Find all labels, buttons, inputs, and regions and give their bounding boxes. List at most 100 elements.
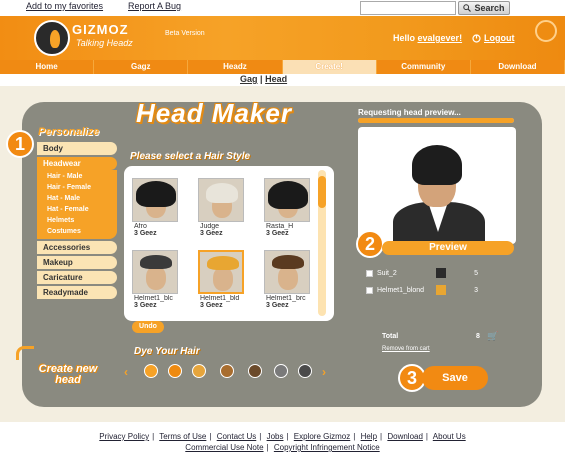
subnav-gag[interactable]: Gag (240, 74, 258, 84)
hair-item-name: Rasta_H (266, 223, 294, 230)
username-link[interactable]: evalgever! (418, 33, 463, 43)
remove-from-cart-link[interactable]: Remove from cart (382, 346, 430, 352)
dye-swatch[interactable] (274, 364, 288, 378)
hair-item[interactable]: Rasta_H 3 Geez (262, 178, 322, 246)
footer-link-terms[interactable]: Terms of Use (159, 432, 206, 441)
sidebar-sub-hair-male[interactable]: Hair - Male (37, 171, 117, 182)
save-button[interactable]: Save (422, 366, 488, 390)
search-icon (463, 4, 472, 12)
cart-item-checkbox[interactable] (366, 269, 373, 277)
hair-thumbnail[interactable] (198, 178, 244, 222)
footer-link-help[interactable]: Help (361, 432, 377, 441)
preview-status: Requesting head preview... (358, 108, 461, 117)
hair-thumbnail[interactable] (132, 178, 178, 222)
report-bug-link[interactable]: Report A Bug (128, 1, 181, 11)
sidebar-item-accessories[interactable]: Accessories (37, 241, 117, 254)
search-input[interactable] (360, 1, 456, 15)
sidebar-item-headwear[interactable]: Headwear (37, 157, 117, 170)
beta-label: Beta Version (165, 30, 205, 37)
logout-icon (472, 33, 481, 43)
hair-item-price: 3 Geez (134, 302, 157, 309)
dye-swatch[interactable] (298, 364, 312, 378)
hair-item-name: Helmet1_blc (134, 295, 173, 302)
footer-link-privacy[interactable]: Privacy Policy (99, 432, 149, 441)
cart-item-checkbox[interactable] (366, 286, 373, 294)
hair-thumbnail-selected[interactable] (198, 250, 244, 294)
sidebar-sub-hair-female[interactable]: Hair - Female (37, 182, 117, 193)
dye-next-arrow-icon[interactable]: › (322, 365, 326, 379)
create-new-head-link[interactable]: Create new head (38, 364, 98, 386)
cart-item: Suit_2 5 (366, 266, 486, 280)
hair-item[interactable]: Helmet1_blc 3 Geez (130, 250, 190, 318)
footer-links-row-2: Commercial Use Note | Copyright Infringem… (185, 443, 380, 452)
search-button[interactable]: Search (458, 1, 510, 15)
dye-swatch[interactable] (144, 364, 158, 378)
hair-item-price: 3 Geez (266, 302, 289, 309)
logout-label: Logout (484, 33, 515, 43)
category-sidebar: Body Headwear Hair - Male Hair - Female … (37, 142, 117, 301)
cart-item-thumbnail (436, 268, 447, 278)
footer-link-download[interactable]: Download (387, 432, 423, 441)
hair-item[interactable]: Helmet1_bld 3 Geez (196, 250, 256, 318)
hair-item[interactable]: Afro 3 Geez (130, 178, 190, 246)
dye-prev-arrow-icon[interactable]: ‹ (124, 365, 128, 379)
page-title: Head Maker (136, 98, 292, 128)
footer-link-explore[interactable]: Explore Gizmoz (294, 432, 350, 441)
add-favorites-link[interactable]: Add to my favorites (26, 1, 103, 11)
sidebar-sub-hat-female[interactable]: Hat - Female (37, 204, 117, 215)
sidebar-item-makeup[interactable]: Makeup (37, 256, 117, 269)
headwear-submenu: Hair - Male Hair - Female Hat - Male Hat… (37, 170, 117, 239)
dye-swatch[interactable] (168, 364, 182, 378)
site-header: GIZMOZ Talking Headz Beta Version Hello … (0, 16, 565, 60)
undo-button[interactable]: Undo (132, 321, 164, 333)
cart-item-name: Helmet1_blond (376, 286, 425, 294)
hair-style-grid: Afro 3 Geez Judge 3 Geez Rasta_H 3 Geez … (124, 166, 334, 321)
step-1-badge: 1 (6, 130, 34, 158)
nav-home[interactable]: Home (0, 60, 95, 74)
footer-link-jobs[interactable]: Jobs (267, 432, 284, 441)
nav-headz[interactable]: Headz (188, 60, 283, 74)
main-nav: Home Gagz Headz Create! Community Downlo… (0, 60, 565, 74)
hair-item-price: 3 Geez (200, 230, 223, 237)
dye-swatch[interactable] (220, 364, 234, 378)
footer-link-contact[interactable]: Contact Us (217, 432, 257, 441)
nav-download[interactable]: Download (471, 60, 565, 74)
footer-link-commercial[interactable]: Commercial Use Note (185, 443, 263, 452)
cart-item-price: 5 (474, 269, 479, 277)
cart-item: Helmet1_blond 3 (366, 283, 486, 297)
hair-thumbnail[interactable] (132, 250, 178, 294)
footer-link-copyright[interactable]: Copyright Infringement Notice (274, 443, 380, 452)
logo-text: GIZMOZ (72, 22, 129, 37)
hair-item-price: 3 Geez (266, 230, 289, 237)
hair-thumbnail[interactable] (264, 178, 310, 222)
hair-item-name: Helmet1_brc (266, 295, 306, 302)
dye-swatch[interactable] (248, 364, 262, 378)
shopping-cart-icon: 🛒 (487, 331, 499, 341)
preview-button[interactable]: Preview (382, 241, 514, 255)
sidebar-item-caricature[interactable]: Caricature (37, 271, 117, 284)
footer-link-about[interactable]: About Us (433, 432, 466, 441)
nav-create[interactable]: Create! (282, 60, 377, 74)
footer-links-row-1: Privacy Policy | Terms of Use | Contact Us… (99, 432, 466, 441)
hair-item[interactable]: Helmet1_brc 3 Geez (262, 250, 322, 318)
logo-subtitle: Talking Headz (76, 38, 133, 48)
dye-color-picker: ‹ › (124, 361, 334, 381)
sub-nav: Gag | Head (240, 74, 287, 84)
nav-community[interactable]: Community (377, 60, 471, 74)
sidebar-sub-hat-male[interactable]: Hat - Male (37, 193, 117, 204)
hair-grid-scroll-thumb[interactable] (318, 176, 326, 208)
sidebar-sub-helmets[interactable]: Helmets (37, 215, 117, 226)
hair-thumbnail[interactable] (264, 250, 310, 294)
dye-swatch[interactable] (192, 364, 206, 378)
cart-item-thumbnail (436, 285, 447, 295)
hair-item[interactable]: Judge 3 Geez (196, 178, 256, 246)
nav-gagz[interactable]: Gagz (94, 60, 189, 74)
subnav-head[interactable]: Head (265, 74, 287, 84)
logout-link[interactable]: Logout (472, 33, 515, 43)
sidebar-item-body[interactable]: Body (37, 142, 117, 155)
greeting: Hello evalgever! (393, 33, 462, 43)
sidebar-sub-costumes[interactable]: Costumes (37, 226, 117, 237)
gizmoz-logo-icon[interactable] (34, 20, 70, 56)
sidebar-item-readymade[interactable]: Readymade (37, 286, 117, 299)
hair-item-name: Afro (134, 223, 147, 230)
